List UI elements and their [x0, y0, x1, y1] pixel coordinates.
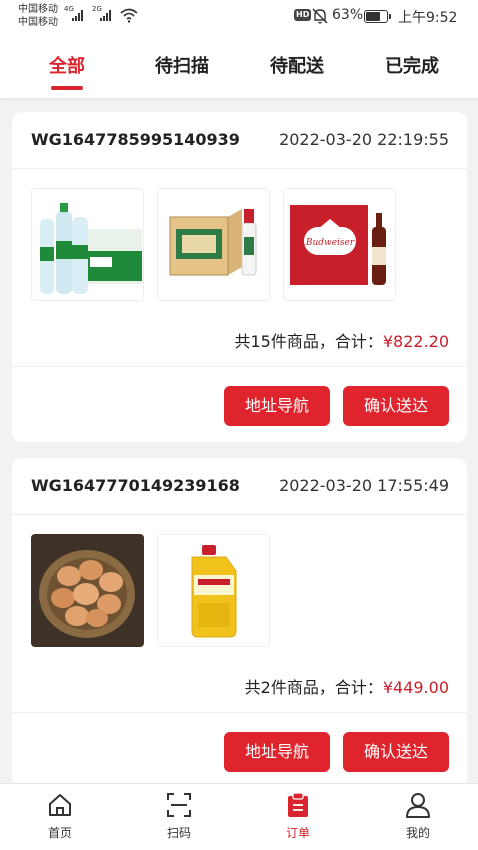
clock: 上午9:52 [398, 10, 458, 26]
user-icon [406, 793, 430, 818]
signal-icon-2 [100, 9, 111, 21]
carrier-1: 中国移动 [18, 4, 58, 15]
navigate-address-button[interactable]: 地址导航 [224, 386, 330, 426]
order-total: ¥449.00 [382, 678, 449, 697]
order-item-count: 共2件商品，合计： [244, 678, 383, 697]
mute-bell-icon [312, 8, 328, 24]
product-image-water[interactable] [31, 188, 144, 301]
order-summary: 共15件商品，合计：¥822.20 [234, 328, 449, 352]
status-bar: 中国移动 中国移动 4G 2G HD 63% 上午9:52 [0, 0, 478, 34]
tab-completed[interactable]: 已完成 [367, 52, 457, 78]
order-item-count: 共15件商品，合计： [234, 332, 383, 351]
tab-pending-delivery[interactable]: 待配送 [252, 52, 342, 78]
product-image-eggs[interactable] [31, 534, 144, 647]
order-card[interactable]: WG1647770149239168 2022-03-20 17:55:49 共… [12, 458, 467, 788]
brand-label: Budweiser [305, 238, 355, 248]
product-image-beer[interactable]: Budweiser [283, 188, 396, 301]
order-clipboard-icon [288, 792, 308, 817]
active-tab-indicator [51, 86, 83, 90]
nav-label-home: 首页 [47, 826, 72, 840]
navigate-address-button[interactable]: 地址导航 [224, 732, 330, 772]
order-number: WG1647770149239168 [31, 476, 240, 495]
home-icon [49, 794, 71, 816]
order-time: 2022-03-20 17:55:49 [279, 476, 449, 495]
confirm-delivery-button[interactable]: 确认送达 [343, 386, 449, 426]
carrier-labels: 中国移动 中国移动 [18, 3, 58, 29]
divider [12, 514, 467, 515]
order-total: ¥822.20 [382, 332, 449, 351]
carrier-2: 中国移动 [18, 17, 58, 28]
battery-icon [364, 10, 391, 23]
divider [12, 366, 467, 367]
nav-item-profile[interactable]: 我的 [383, 792, 453, 841]
wifi-icon [120, 8, 138, 23]
divider [12, 712, 467, 713]
signal-icon-1 [72, 9, 83, 21]
order-status-tabs: 全部 待扫描 待配送 已完成 [0, 34, 478, 98]
nav-item-orders[interactable]: 订单 [263, 792, 333, 841]
tab-all[interactable]: 全部 [22, 52, 112, 78]
nav-item-home[interactable]: 首页 [25, 792, 95, 841]
confirm-delivery-button[interactable]: 确认送达 [343, 732, 449, 772]
battery-percent: 63% [332, 7, 364, 23]
product-image-liquor[interactable] [157, 188, 270, 301]
nav-label-scan: 扫码 [166, 826, 191, 840]
bottom-navigation: 首页 扫码 订单 我的 [0, 783, 478, 850]
order-time: 2022-03-20 22:19:55 [279, 130, 449, 149]
tab-pending-scan[interactable]: 待扫描 [137, 52, 227, 78]
order-number: WG1647785995140939 [31, 130, 240, 149]
nav-label-profile: 我的 [405, 826, 430, 840]
order-summary: 共2件商品，合计：¥449.00 [245, 674, 449, 698]
order-card[interactable]: WG1647785995140939 2022-03-20 22:19:55 B… [12, 112, 467, 442]
product-image-cooking-oil[interactable] [157, 534, 270, 647]
nav-item-scan[interactable]: 扫码 [144, 792, 214, 841]
hd-badge: HD [294, 9, 312, 21]
scan-icon [167, 793, 191, 817]
nav-label-orders: 订单 [285, 826, 310, 840]
divider [12, 168, 467, 169]
